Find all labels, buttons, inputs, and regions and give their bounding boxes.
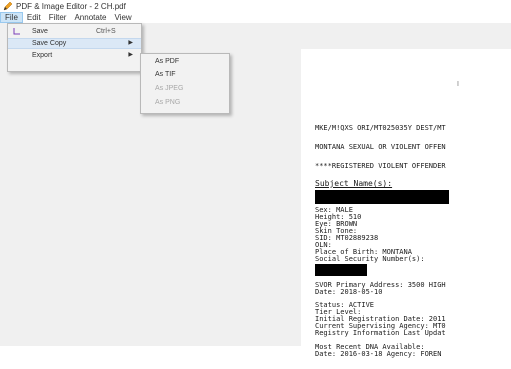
menu-file[interactable]: File	[0, 12, 23, 23]
doc-line-address-date: Date: 2018-05-10	[315, 288, 383, 296]
doc-line-subject-name: Subject Name(s):	[315, 179, 393, 188]
document-page: I MKE/M!QXS ORI/MT025035Y DEST/MT MONTAN…	[301, 49, 511, 369]
save-copy-submenu: As PDF As TIF As JPEG As PNG	[140, 53, 230, 114]
menu-item-save-copy-label: Save Copy	[32, 40, 67, 47]
submenu-item-as-tif[interactable]: As TIF	[141, 69, 229, 80]
doc-line-registry: Registry Information Last Updat	[315, 329, 446, 337]
save-icon	[13, 28, 20, 35]
doc-line-header: MKE/M!QXS ORI/MT025035Y DEST/MT	[315, 124, 446, 132]
doc-line-dna-date: Date: 2016-03-18 Agency: FOREN	[315, 350, 442, 358]
page-marker: I	[457, 81, 459, 88]
doc-line-ssn: Social Security Number(s):	[315, 255, 425, 263]
submenu-item-as-png-label: As PNG	[155, 99, 181, 106]
pen-icon	[3, 1, 13, 11]
title-bar: PDF & Image Editor - 2 CH.pdf	[0, 0, 511, 12]
doc-line-title: MONTANA SEXUAL OR VIOLENT OFFEN	[315, 143, 446, 151]
submenu-arrow-icon: ▶	[128, 40, 133, 46]
menu-item-export[interactable]: Export ▶	[8, 50, 141, 61]
menu-view[interactable]: View	[111, 12, 136, 23]
submenu-item-as-pdf[interactable]: As PDF	[141, 56, 229, 67]
menu-item-save[interactable]: Save Ctrl+S	[8, 26, 141, 37]
redaction-bar	[315, 190, 449, 204]
submenu-item-as-tif-label: As TIF	[155, 71, 176, 78]
menu-annotate[interactable]: Annotate	[70, 12, 110, 23]
redaction-bar	[315, 264, 367, 276]
menu-item-save-copy[interactable]: Save Copy ▶	[8, 38, 141, 49]
doc-line-dna: Most Recent DNA Available:	[315, 343, 425, 351]
file-menu: Save Ctrl+S Save Copy ▶ Export ▶	[7, 23, 142, 72]
menu-item-export-label: Export	[32, 52, 53, 59]
submenu-item-as-jpeg: As JPEG	[141, 83, 229, 94]
menu-filter[interactable]: Filter	[45, 12, 71, 23]
doc-line-offender: ****REGISTERED VIOLENT OFFENDER	[315, 162, 446, 170]
menu-bar: File Edit Filter Annotate View	[0, 12, 511, 23]
submenu-item-as-pdf-label: As PDF	[155, 58, 180, 65]
window-title: PDF & Image Editor - 2 CH.pdf	[16, 1, 126, 11]
menu-edit[interactable]: Edit	[23, 12, 45, 23]
menu-item-save-label: Save	[32, 28, 48, 35]
submenu-arrow-icon: ▶	[128, 52, 133, 58]
submenu-item-as-jpeg-label: As JPEG	[155, 85, 184, 92]
menu-item-save-shortcut: Ctrl+S	[96, 28, 116, 35]
submenu-item-as-png: As PNG	[141, 97, 229, 108]
